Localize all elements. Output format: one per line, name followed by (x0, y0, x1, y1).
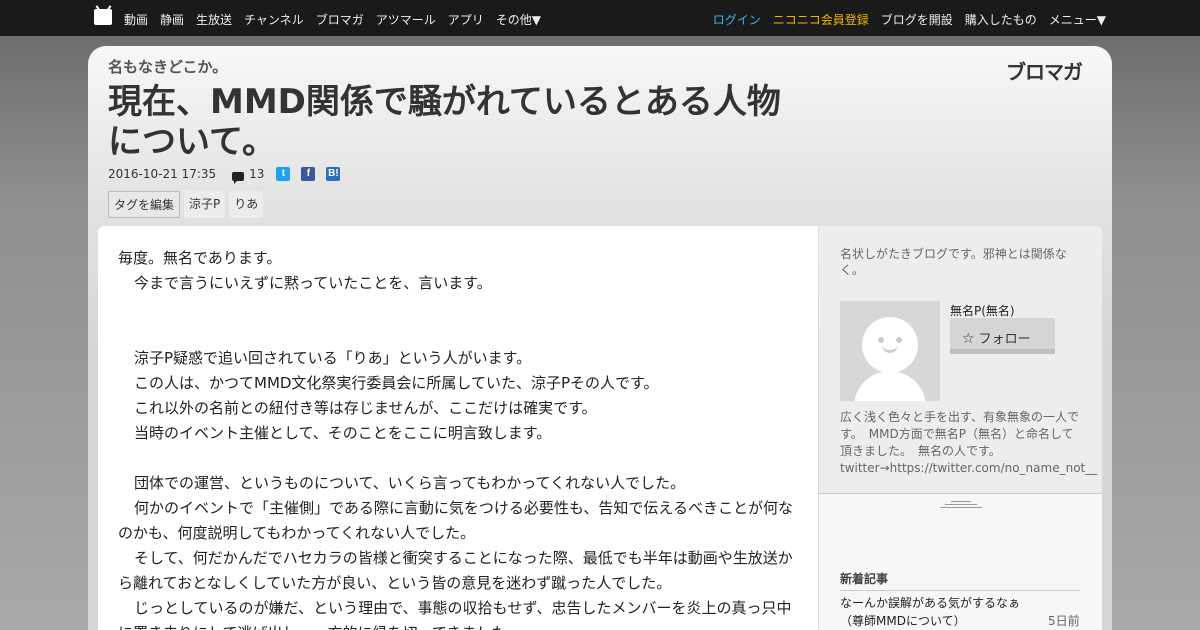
paragraph: 毎度。無名であります。 (118, 249, 282, 267)
new-articles-heading: 新着記事 (840, 570, 1080, 591)
author-description: 広く浅く色々と手を出す、有象無象の一人です。 MMD方面で無名P（無名）と命名し… (840, 410, 1098, 475)
paragraph: 涼子P疑惑で追い回されている「りあ」という人がいます。 (134, 349, 532, 367)
grip-handle-icon[interactable] (940, 501, 982, 509)
paragraph: じっとしているのが嫌だ、という理由で、事態の収拾もせず、忠告したメンバーを炎上の… (118, 599, 792, 630)
paragraph: これ以外の名前との紐付き等は存じませんが、ここだけは確実です。 (134, 399, 597, 417)
register-link[interactable]: ニコニコ会員登録 (773, 11, 869, 28)
paragraph: 今まで言うにいえずに黙っていたことを、言います。 (134, 274, 492, 292)
star-icon: ☆ (962, 331, 975, 347)
facebook-share-icon[interactable]: f (301, 167, 316, 181)
avatar[interactable] (840, 301, 940, 401)
twitter-share-icon[interactable]: t (276, 167, 291, 181)
open-blog-link[interactable]: ブログを開設 (881, 11, 953, 28)
avatar-eye (896, 337, 902, 343)
paragraph: 団体での運営、というものについて、いくら言ってもわかってくれない人でした。 (134, 474, 686, 492)
new-article-age: 5日前 (1048, 614, 1080, 628)
article-meta: 2016-10-21 17:35 13 t f B! (108, 167, 351, 184)
niconico-tv-icon[interactable] (94, 9, 112, 25)
nav-item-apps[interactable]: アプリ (448, 11, 484, 28)
avatar-eye (878, 337, 884, 343)
edit-tags-button[interactable]: タグを編集 (108, 191, 181, 218)
article-title: 現在、MMD関係で騒がれているとある人物について。 (108, 82, 781, 162)
follow-button[interactable]: ☆ フォロー (950, 318, 1055, 354)
nav-item-live[interactable]: 生放送 (196, 11, 232, 28)
blomaga-logo[interactable]: ブロマガ (1006, 56, 1083, 85)
paragraph: そして、何だかんだでハセカラの皆様と衝突することになった際、最低でも半年は動画や… (118, 549, 793, 592)
article-body: 毎度。無名であります。 今まで言うにいえずに黙っていたことを、言います。 涼子P… (98, 226, 818, 630)
new-article-link[interactable]: なーんか誤解がある気がするなぁ（尊師MMDについて） (840, 594, 1030, 630)
tag[interactable]: 涼子P (184, 191, 226, 218)
tag-list: タグを編集 涼子P りあ (108, 191, 264, 218)
paragraph: 当時のイベント主催として、そのことをここに明言致します。 (134, 424, 552, 442)
nav-left: 動画 静画 生放送 チャンネル ブロマガ アツマール アプリ その他▼ (124, 11, 541, 28)
paragraph: 何かのイベントで「主催側」である際に言動に気をつける必要性も、告知で伝えるべきこ… (118, 499, 793, 542)
top-navigation-bar: 動画 静画 生放送 チャンネル ブロマガ アツマール アプリ その他▼ ログイン… (0, 0, 1200, 36)
article-date: 2016-10-21 17:35 (108, 167, 217, 181)
blog-description: 名状しがたきブログです。邪神とは関係なく。 (840, 247, 1067, 277)
nav-item-blomaga[interactable]: ブロマガ (316, 11, 364, 28)
nav-item-channel[interactable]: チャンネル (244, 11, 304, 28)
purchased-link[interactable]: 購入したもの (965, 11, 1037, 28)
blog-name[interactable]: 名もなきどこか。 (108, 56, 227, 77)
comment-count[interactable]: 13 (249, 167, 264, 181)
avatar-body-shape (854, 371, 926, 401)
nav-item-seiga[interactable]: 静画 (160, 11, 184, 28)
tag[interactable]: りあ (229, 191, 264, 218)
nav-item-video[interactable]: 動画 (124, 11, 148, 28)
paragraph: この人は、かつてMMD文化祭実行委員会に所属していた、涼子Pその人です。 (134, 374, 659, 392)
login-link[interactable]: ログイン (713, 11, 761, 28)
menu-dropdown[interactable]: メニュー▼ (1049, 11, 1106, 28)
author-name[interactable]: 無名P(無名) (950, 302, 1015, 319)
hatena-bookmark-icon[interactable]: B! (326, 167, 341, 181)
nav-item-atsumaru[interactable]: アツマール (376, 11, 436, 28)
follow-label: フォロー (978, 332, 1031, 347)
nav-item-more[interactable]: その他▼ (496, 11, 541, 28)
comment-icon (232, 171, 245, 184)
nav-right: ログイン ニコニコ会員登録 ブログを開設 購入したもの メニュー▼ (713, 11, 1106, 28)
